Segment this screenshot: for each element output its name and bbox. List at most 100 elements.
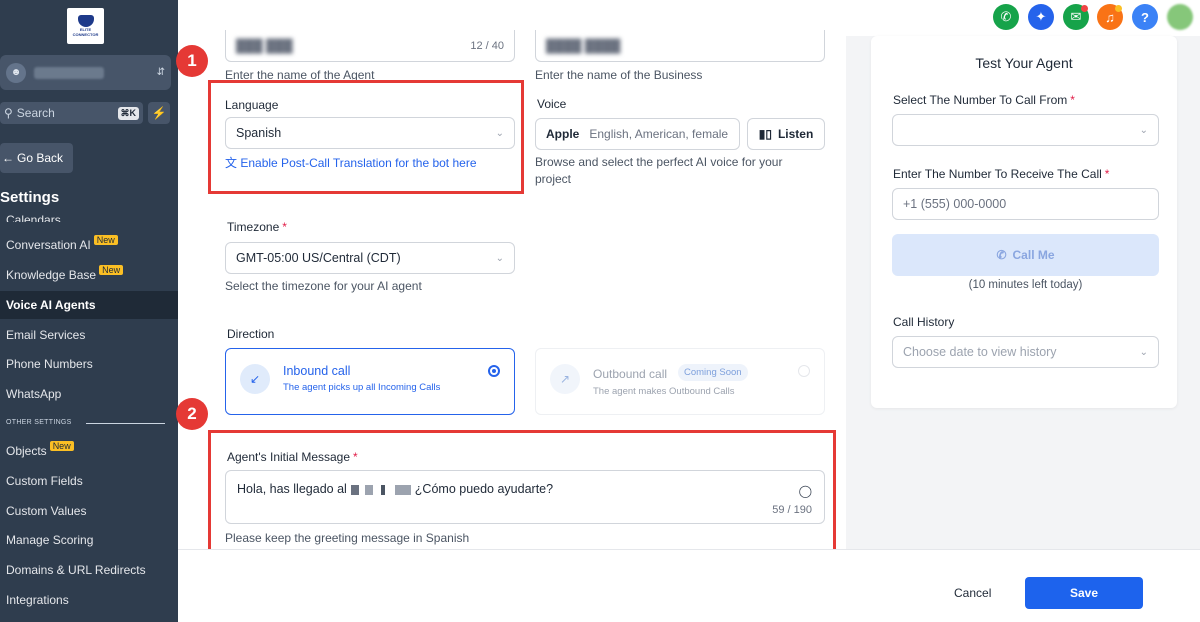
call-from-label: Select The Number To Call From * — [893, 93, 1075, 107]
test-panel-title: Test Your Agent — [975, 55, 1073, 71]
brand-logo[interactable]: ELITE CONNECTOR — [67, 8, 104, 44]
call-me-label: Call Me — [1012, 248, 1055, 262]
sidebar-item-label: Manage Scoring — [6, 533, 94, 547]
direction-label: Direction — [227, 327, 275, 341]
chevron-down-icon: ⌄ — [1139, 346, 1148, 358]
help-icon[interactable]: ? — [1132, 4, 1158, 30]
new-badge: New — [93, 235, 118, 245]
agent-name-counter: 12 / 40 — [470, 39, 504, 52]
phone-icon[interactable]: ✆ — [993, 4, 1019, 30]
listen-button[interactable]: ▮▯ Listen — [747, 118, 825, 150]
outbound-radio — [798, 365, 810, 377]
cancel-button[interactable]: Cancel — [954, 586, 991, 600]
voice-name: Apple — [546, 127, 580, 141]
waveform-icon: ▮▯ — [758, 127, 772, 141]
sidebar-item-custom-values[interactable]: Custom Values — [0, 497, 178, 525]
business-name-value: ████ ████ — [546, 38, 621, 53]
voice-label: Voice — [537, 97, 567, 111]
call-history-date-select[interactable]: Choose date to view history ⌄ — [892, 336, 1159, 368]
search-placeholder: Search — [16, 106, 55, 120]
notification-dot — [1115, 5, 1122, 12]
inbound-title: Inbound call — [283, 364, 351, 378]
lightning-icon[interactable]: ⚡ — [148, 102, 170, 124]
sidebar-item-conversation-ai[interactable]: Conversation AI New — [0, 231, 178, 259]
call-me-button[interactable]: ✆ Call Me — [892, 234, 1159, 276]
sidebar-item-label: Email Services — [6, 328, 86, 342]
user-icon: ☻ — [6, 62, 26, 83]
call-to-placeholder: +1 (555) 000-0000 — [903, 197, 1007, 211]
sidebar-item-phone-numbers[interactable]: Phone Numbers — [0, 350, 178, 378]
sidebar-item-email-services[interactable]: Email Services — [0, 321, 178, 349]
chevron-down-icon: ⌄ — [495, 252, 504, 264]
sidebar-item-voice-ai-agents[interactable]: Voice AI Agents — [0, 291, 178, 319]
business-name-hint: Enter the name of the Business — [535, 68, 703, 82]
avatar[interactable] — [1167, 4, 1193, 30]
listen-label: Listen — [777, 127, 814, 141]
notification-dot — [1081, 5, 1088, 12]
annotation-badge-2: 2 — [176, 398, 208, 430]
sidebar-item-knowledge-base[interactable]: Knowledge Base New — [0, 261, 178, 289]
sparkle-icon[interactable]: ✦ — [1028, 4, 1054, 30]
chevron-down-icon: ⌄ — [1139, 124, 1148, 136]
sidebar-item-integrations[interactable]: Integrations — [0, 586, 178, 614]
bell-icon[interactable]: ♫ — [1097, 4, 1123, 30]
call-to-label: Enter The Number To Receive The Call * — [893, 167, 1110, 181]
call-history-placeholder: Choose date to view history — [903, 345, 1057, 359]
annotation-badge-1: 1 — [176, 45, 208, 77]
megaphone-icon[interactable]: ✉ — [1063, 4, 1089, 30]
call-to-label-text: Enter The Number To Receive The Call — [893, 167, 1102, 181]
phone-icon: ✆ — [996, 248, 1007, 262]
chevron-updown-icon: ⇵ — [156, 67, 165, 78]
sidebar-item-whatsapp[interactable]: WhatsApp — [0, 380, 178, 408]
highlight-box-language — [208, 80, 524, 194]
timezone-select[interactable]: GMT-05:00 US/Central (CDT) ⌄ — [225, 242, 515, 274]
timezone-value: GMT-05:00 US/Central (CDT) — [236, 251, 401, 265]
other-settings-label: OTHER SETTINGS — [6, 419, 72, 426]
sidebar-item-label: Objects — [6, 444, 47, 458]
sidebar-item-custom-fields[interactable]: Custom Fields — [0, 467, 178, 495]
sidebar-item-label: Domains & URL Redirects — [6, 563, 146, 577]
sidebar-item-label: Voice AI Agents — [6, 298, 96, 312]
logo-mark-icon — [77, 15, 94, 27]
minutes-left: (10 minutes left today) — [968, 279, 1083, 291]
account-name — [34, 66, 104, 79]
sidebar-item-label: Knowledge Base — [6, 268, 97, 282]
call-from-label-text: Select The Number To Call From — [893, 93, 1068, 107]
sidebar-item-label: Conversation AI — [6, 238, 91, 252]
account-switcher[interactable]: ☻ ⇵ — [0, 55, 171, 90]
call-to-input[interactable]: +1 (555) 000-0000 — [892, 188, 1159, 220]
sidebar-item-label: Custom Fields — [6, 474, 83, 488]
outbound-desc: The agent makes Outbound Calls — [593, 386, 735, 397]
sidebar-item-label: Custom Values — [6, 504, 87, 518]
voice-description: English, American, female — [589, 127, 729, 141]
sidebar-search[interactable]: ⚲ Search ⌘K — [0, 102, 143, 124]
call-history-label: Call History — [893, 315, 955, 329]
settings-title: Settings — [0, 189, 60, 206]
sidebar-item-manage-scoring[interactable]: Manage Scoring — [0, 526, 178, 554]
sidebar-item-objects[interactable]: Objects New — [0, 437, 178, 465]
voice-select[interactable]: Apple English, American, female — [535, 118, 740, 150]
timezone-label: Timezone * — [227, 220, 287, 234]
go-back-button[interactable]: ← Go Back — [0, 143, 73, 173]
inbound-desc: The agent picks up all Incoming Calls — [283, 382, 441, 393]
voice-hint-line2: project — [535, 172, 572, 186]
agent-name-input[interactable]: ███ ███ 12 / 40 — [225, 30, 515, 62]
save-button[interactable]: Save — [1025, 577, 1143, 609]
sidebar-item-label: Integrations — [6, 593, 69, 607]
inbound-call-option[interactable]: ↙ Inbound call The agent picks up all In… — [225, 348, 515, 415]
arrow-up-right-icon: ↗ — [550, 364, 580, 394]
sidebar-item-label: Calendars — [6, 213, 61, 222]
outbound-call-option: ↗ Outbound call Coming Soon The agent ma… — [535, 348, 825, 415]
inbound-radio[interactable] — [488, 365, 500, 377]
search-shortcut: ⌘K — [117, 106, 139, 120]
outbound-title: Outbound call — [593, 367, 668, 381]
call-from-select[interactable]: ⌄ — [892, 114, 1159, 146]
arrow-down-left-icon: ↙ — [240, 364, 270, 394]
business-name-input[interactable]: ████ ████ — [535, 30, 825, 62]
arrow-left-icon: ← — [2, 151, 14, 165]
section-divider — [86, 423, 165, 424]
sidebar-item-domains[interactable]: Domains & URL Redirects — [0, 556, 178, 584]
sidebar: ELITE CONNECTOR ☻ ⇵ ⚲ Search ⌘K ⚡ ← Go B… — [0, 0, 178, 622]
timezone-hint: Select the timezone for your AI agent — [225, 279, 422, 293]
sidebar-item-calendars[interactable]: Calendars — [0, 208, 178, 222]
